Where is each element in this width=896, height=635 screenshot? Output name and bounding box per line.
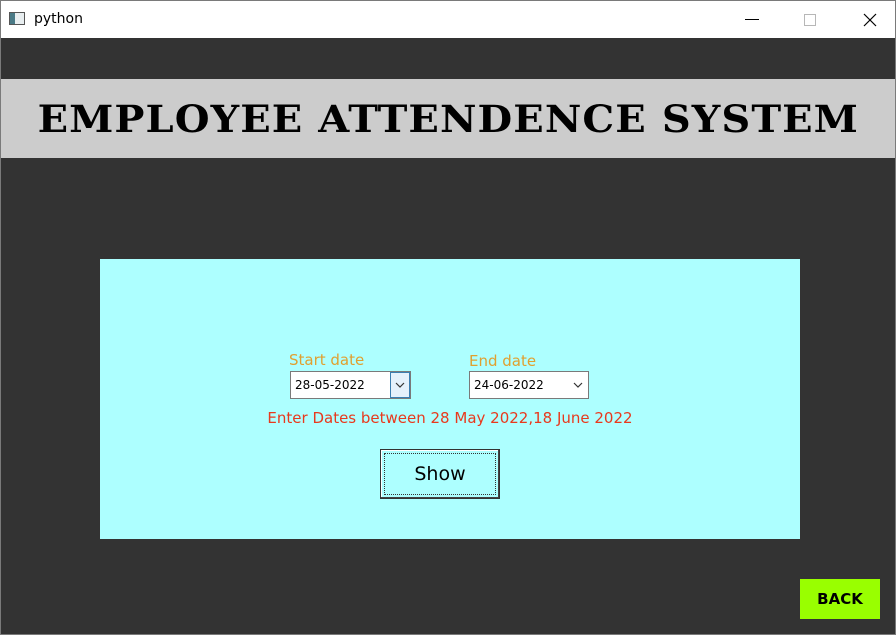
app-window: python EMPLOYEE ATTENDENCE SYSTEM Start … (0, 0, 896, 635)
show-button[interactable]: Show (380, 449, 500, 499)
page-title: EMPLOYEE ATTENDENCE SYSTEM (37, 96, 859, 141)
date-filter-panel: Start date 28-05-2022 End date 24-06-202… (100, 259, 800, 539)
start-date-label: Start date (289, 351, 365, 369)
maximize-icon (804, 13, 816, 26)
minimize-button[interactable] (729, 1, 775, 38)
start-date-dropdown-button[interactable] (390, 372, 410, 398)
end-date-value: 24-06-2022 (474, 378, 544, 392)
chevron-down-icon (395, 382, 405, 388)
end-date-picker[interactable]: 24-06-2022 (469, 371, 589, 399)
close-icon (863, 13, 877, 26)
minimize-icon (745, 19, 759, 20)
chevron-down-icon (573, 382, 583, 388)
tkinter-window-icon (9, 12, 25, 25)
start-date-value: 28-05-2022 (295, 378, 365, 392)
end-date-dropdown-button[interactable] (568, 372, 588, 398)
window-title: python (34, 11, 83, 27)
date-range-hint: Enter Dates between 28 May 2022,18 June … (267, 409, 633, 427)
end-date-label: End date (469, 352, 537, 370)
title-bar[interactable]: python (1, 1, 895, 38)
show-button-label: Show (414, 463, 466, 485)
header-banner: EMPLOYEE ATTENDENCE SYSTEM (1, 79, 895, 158)
start-date-picker[interactable]: 28-05-2022 (290, 371, 411, 399)
back-button[interactable]: BACK (800, 579, 880, 619)
back-button-label: BACK (817, 590, 863, 608)
maximize-button[interactable] (787, 1, 833, 38)
close-button[interactable] (847, 1, 893, 38)
